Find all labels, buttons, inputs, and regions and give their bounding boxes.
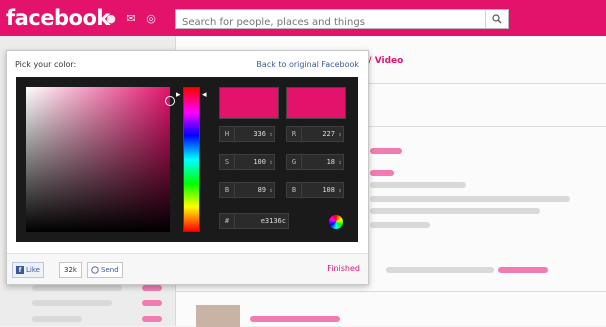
- field-label: S: [220, 155, 235, 169]
- search-box: [175, 9, 509, 32]
- like-count: 32k: [59, 262, 82, 278]
- feed-text: [370, 196, 570, 202]
- globe-icon[interactable]: ◎: [144, 11, 158, 25]
- facebook-f-icon: f: [16, 266, 24, 274]
- saturation-area[interactable]: [26, 87, 170, 232]
- top-bar: facebook ● ✉ ◎: [0, 0, 606, 36]
- hex-input[interactable]: [235, 216, 288, 226]
- picker-panel: ▸ ◂ H ⇕ R ⇕ S ⇕ G ⇕ B ⇕: [16, 77, 358, 242]
- feed-text: [370, 208, 540, 214]
- facebook-logo[interactable]: facebook: [6, 6, 110, 30]
- field-label: H: [220, 127, 235, 141]
- spinner-icon[interactable]: ⇕: [268, 159, 274, 166]
- like-button[interactable]: f Like: [12, 262, 44, 278]
- hue-field: H ⇕: [219, 126, 275, 142]
- field-label: #: [220, 214, 235, 228]
- feed-link[interactable]: [370, 148, 402, 154]
- friends-icon[interactable]: ●: [104, 11, 118, 25]
- color-wheel-icon[interactable]: [329, 215, 343, 229]
- field-label: B: [287, 183, 302, 197]
- saturation-input[interactable]: [235, 157, 268, 167]
- spinner-icon[interactable]: ⇕: [337, 159, 343, 166]
- sidebar-badge: [142, 285, 162, 291]
- notification-icons: ● ✉ ◎: [104, 11, 158, 25]
- send-icon: [91, 266, 99, 274]
- blue-input[interactable]: [302, 185, 337, 195]
- search-input[interactable]: [176, 13, 488, 32]
- sidebar-text: [32, 285, 122, 291]
- field-label: G: [287, 155, 302, 169]
- green-field: G ⇕: [286, 154, 344, 170]
- divider: [176, 291, 606, 292]
- blue-field: B ⇕: [286, 182, 344, 198]
- brightness-field: B ⇕: [219, 182, 275, 198]
- feed-text: [370, 182, 466, 188]
- spinner-icon[interactable]: ⇕: [337, 131, 343, 138]
- picker-title: Pick your color:: [15, 60, 77, 69]
- spinner-icon[interactable]: ⇕: [268, 131, 274, 138]
- current-color-swatch[interactable]: [286, 87, 346, 119]
- red-input[interactable]: [302, 129, 337, 139]
- feed-link[interactable]: [250, 316, 340, 322]
- send-label: Send: [101, 266, 119, 274]
- hue-arrow-right-icon: ◂: [202, 90, 207, 100]
- green-input[interactable]: [302, 157, 337, 167]
- like-label: Like: [26, 266, 40, 274]
- avatar[interactable]: [196, 305, 240, 327]
- hue-arrow-left-icon: ▸: [176, 90, 181, 100]
- send-button[interactable]: Send: [87, 262, 123, 278]
- spinner-icon[interactable]: ⇕: [268, 187, 274, 194]
- search-icon: [492, 14, 502, 24]
- red-field: R ⇕: [286, 126, 344, 142]
- field-label: R: [287, 127, 302, 141]
- feed-link[interactable]: [498, 267, 548, 273]
- color-picker-dialog: Pick your color: Back to original Facebo…: [6, 50, 369, 285]
- saturation-field: S ⇕: [219, 154, 275, 170]
- saturation-cursor[interactable]: [165, 96, 175, 106]
- sidebar-text: [32, 316, 82, 322]
- back-to-original-link[interactable]: Back to original Facebook: [256, 60, 359, 69]
- spinner-icon[interactable]: ⇕: [337, 187, 343, 194]
- new-color-swatch: [219, 87, 279, 119]
- hex-field: #: [219, 213, 289, 229]
- picker-footer: f Like 32k Send Finished: [7, 253, 368, 284]
- field-label: B: [220, 183, 235, 197]
- finished-button[interactable]: Finished: [327, 264, 360, 273]
- brightness-input[interactable]: [235, 185, 268, 195]
- hue-input[interactable]: [235, 129, 268, 139]
- feed-text: [370, 222, 430, 228]
- feed-text: [386, 267, 494, 273]
- messages-icon[interactable]: ✉: [124, 11, 138, 25]
- feed-link[interactable]: [370, 170, 394, 176]
- sidebar-badge: [142, 300, 162, 306]
- hue-slider[interactable]: [183, 87, 200, 232]
- sidebar-badge: [142, 316, 162, 322]
- sidebar-text: [32, 300, 112, 306]
- search-button[interactable]: [485, 10, 508, 28]
